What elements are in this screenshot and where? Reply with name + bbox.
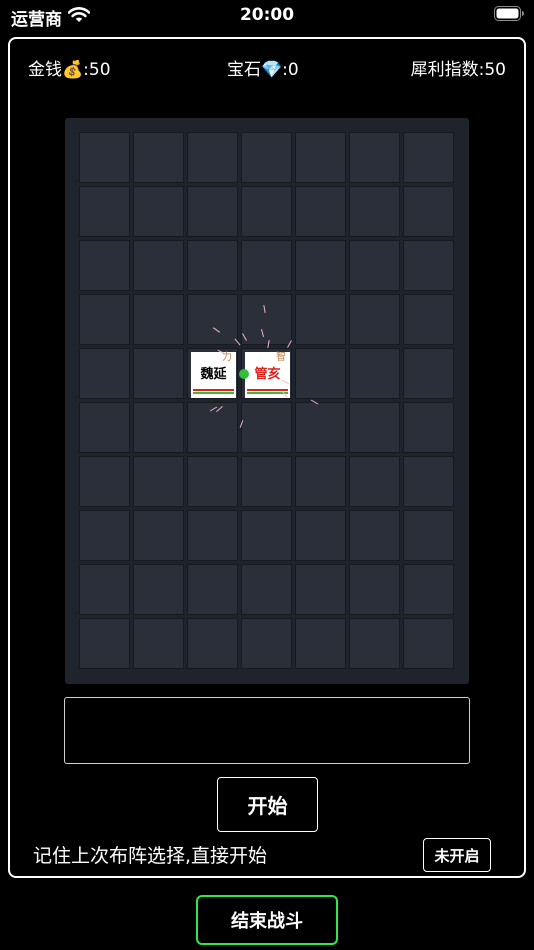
board-cell[interactable]	[133, 294, 184, 345]
board-cell[interactable]	[133, 456, 184, 507]
board-cell[interactable]	[241, 402, 292, 453]
board-cell[interactable]	[295, 618, 346, 669]
board-cell[interactable]	[187, 240, 238, 291]
board-cell[interactable]	[79, 510, 130, 561]
unit-hp-bar	[193, 389, 234, 391]
board-cell[interactable]	[349, 294, 400, 345]
board-cell[interactable]	[79, 618, 130, 669]
board-cell[interactable]	[241, 240, 292, 291]
unit-attribute: 智	[276, 352, 286, 363]
board-cell[interactable]	[133, 348, 184, 399]
board-cell[interactable]	[349, 132, 400, 183]
board-cell[interactable]	[349, 186, 400, 237]
board-cell[interactable]	[295, 402, 346, 453]
board-cell[interactable]	[187, 294, 238, 345]
board-cell[interactable]	[295, 510, 346, 561]
board-cell[interactable]	[403, 510, 454, 561]
board-cell[interactable]	[403, 564, 454, 615]
end-battle-button[interactable]: 结束战斗	[196, 895, 338, 945]
board-cell[interactable]	[133, 132, 184, 183]
board-cell[interactable]	[295, 456, 346, 507]
board-cell[interactable]	[403, 348, 454, 399]
board-cell[interactable]	[403, 132, 454, 183]
money-bag-icon: 💰	[62, 60, 84, 80]
board-cell[interactable]	[349, 240, 400, 291]
start-button[interactable]: 开始	[217, 777, 318, 832]
clock: 20:00	[239, 5, 295, 25]
board-cell[interactable]	[403, 294, 454, 345]
board-cell[interactable]	[79, 132, 130, 183]
gem-stat: 宝石 💎 :0	[227, 59, 299, 81]
unit-energy-bar	[193, 392, 234, 394]
board-cell[interactable]	[403, 186, 454, 237]
board-cell[interactable]	[403, 456, 454, 507]
remember-formation-label: 记住上次布阵选择,直接开始	[33, 845, 268, 867]
board-cell[interactable]	[133, 564, 184, 615]
gem-value: :0	[282, 60, 299, 80]
board-cell[interactable]	[133, 510, 184, 561]
bond-link-dot	[239, 369, 249, 379]
board-cell[interactable]	[79, 294, 130, 345]
board-cell[interactable]	[133, 618, 184, 669]
board-cell[interactable]	[241, 564, 292, 615]
unit-name: 魏延	[200, 367, 227, 382]
board-cell[interactable]	[241, 618, 292, 669]
board-cell[interactable]	[295, 132, 346, 183]
board-cell[interactable]	[349, 456, 400, 507]
board-cell[interactable]	[187, 564, 238, 615]
board-cell[interactable]	[295, 186, 346, 237]
board-cell[interactable]	[79, 348, 130, 399]
board-cell[interactable]	[133, 402, 184, 453]
board-cell[interactable]	[79, 186, 130, 237]
board-cell[interactable]	[403, 240, 454, 291]
formation-board	[65, 118, 469, 684]
board-cell[interactable]	[187, 618, 238, 669]
board-cell[interactable]	[295, 294, 346, 345]
gem-label: 宝石	[227, 60, 261, 80]
gold-label: 金钱	[28, 60, 62, 80]
board-cell[interactable]	[187, 132, 238, 183]
board-cell[interactable]	[187, 510, 238, 561]
battery-icon	[494, 6, 524, 21]
board-cell[interactable]	[187, 186, 238, 237]
board-cell[interactable]	[403, 402, 454, 453]
sharpness-index: 犀利指数:50	[410, 60, 506, 80]
gem-icon: 💎	[261, 60, 283, 80]
board-cell[interactable]	[241, 186, 292, 237]
remember-toggle-button[interactable]: 未开启	[423, 838, 491, 872]
battle-message-box	[64, 697, 470, 764]
board-cell[interactable]	[349, 564, 400, 615]
board-cell[interactable]	[349, 618, 400, 669]
status-bar: 运营商 20:00	[0, 0, 534, 32]
board-cell[interactable]	[241, 510, 292, 561]
board-cell[interactable]	[295, 348, 346, 399]
gold-value: :50	[83, 60, 111, 80]
board-cell[interactable]	[241, 294, 292, 345]
board-cell[interactable]	[241, 132, 292, 183]
unit-card-weiyan[interactable]: 力 魏延	[191, 352, 236, 398]
board-cell[interactable]	[349, 348, 400, 399]
board-cell[interactable]	[349, 402, 400, 453]
board-cell[interactable]	[295, 564, 346, 615]
board-cell[interactable]	[79, 456, 130, 507]
board-cell[interactable]	[133, 186, 184, 237]
board-cell[interactable]	[133, 240, 184, 291]
board-cell[interactable]	[187, 456, 238, 507]
board-cell[interactable]	[79, 402, 130, 453]
board-cell[interactable]	[79, 240, 130, 291]
gold-stat: 金钱 💰 :50	[28, 59, 111, 81]
board-cell[interactable]	[241, 456, 292, 507]
board-cell[interactable]	[403, 618, 454, 669]
board-cell[interactable]	[295, 240, 346, 291]
board-cell[interactable]	[79, 564, 130, 615]
board-cell[interactable]	[349, 510, 400, 561]
